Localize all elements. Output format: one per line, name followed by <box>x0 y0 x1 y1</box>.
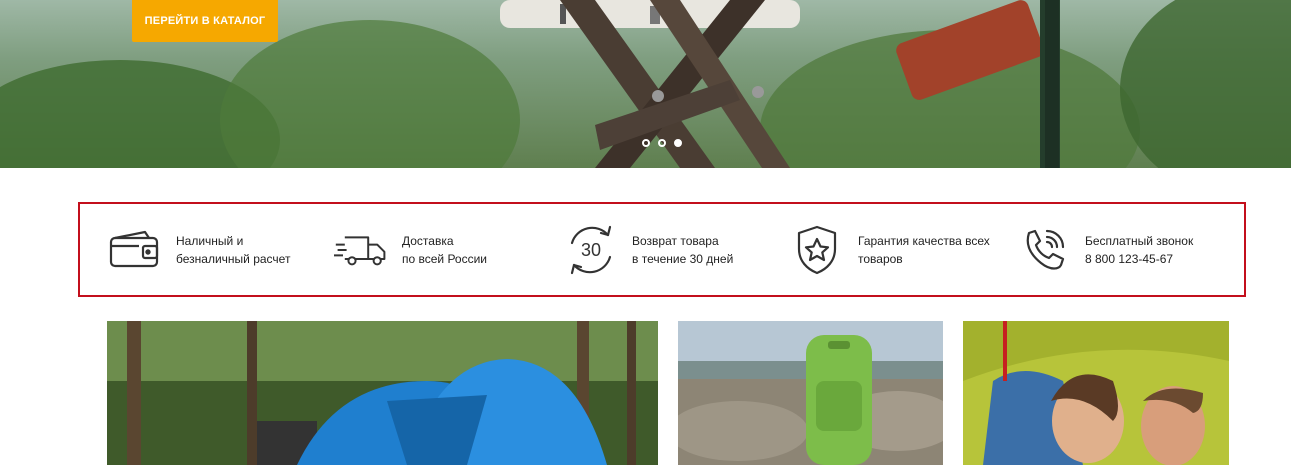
catalog-cta-button[interactable]: ПЕРЕЙТИ В КАТАЛОГ <box>132 0 278 42</box>
feature-line-2: товаров <box>858 251 903 266</box>
feature-line-1: Бесплатный звонок <box>1085 233 1194 248</box>
features-strip: Наличный и безналичный расчет Доставка п… <box>78 202 1246 297</box>
feature-return: 30 Возврат товара в течение 30 дней <box>564 204 733 295</box>
feature-delivery: Доставка по всей России <box>334 204 487 295</box>
hero-foliage <box>1120 0 1291 168</box>
promo-card-backpacks[interactable] <box>678 321 943 465</box>
slider-dot-1[interactable] <box>642 139 650 147</box>
hero-sawhorse-image <box>500 0 1060 168</box>
truck-icon <box>334 223 388 277</box>
feature-line-2: по всей России <box>402 251 488 266</box>
tents-image <box>107 321 658 465</box>
return-30-icon-text: 30 <box>581 240 601 260</box>
wallet-icon <box>108 223 162 277</box>
feature-line-1: Возврат товара <box>632 233 719 248</box>
backpack-image <box>678 321 943 465</box>
slider-dot-2[interactable] <box>658 139 666 147</box>
feature-payment: Наличный и безналичный расчет <box>108 204 290 295</box>
promo-card-sleeping-bags[interactable] <box>963 321 1229 465</box>
shield-star-icon <box>790 223 844 277</box>
feature-call: Бесплатный звонок 8 800 123-45-67 <box>1017 204 1193 295</box>
feature-guarantee: Гарантия качества всех товаров <box>790 204 990 295</box>
slider-dot-3[interactable] <box>674 139 682 147</box>
feature-line-1: Доставка <box>402 233 454 248</box>
return-30-icon: 30 <box>564 223 618 277</box>
hero-banner: ПЕРЕЙТИ В КАТАЛОГ <box>0 0 1291 168</box>
campers-image <box>963 321 1229 465</box>
phone-number[interactable]: 8 800 123-45-67 <box>1085 250 1193 268</box>
promo-card-tents[interactable] <box>107 321 658 465</box>
hero-foliage <box>220 20 520 168</box>
phone-icon <box>1017 223 1071 277</box>
feature-line-2: в течение 30 дней <box>632 251 734 266</box>
slider-pagination <box>642 139 682 147</box>
feature-line-1: Наличный и <box>176 233 244 248</box>
feature-line-1: Гарантия качества всех <box>858 233 990 248</box>
feature-line-2: безналичный расчет <box>176 251 291 266</box>
